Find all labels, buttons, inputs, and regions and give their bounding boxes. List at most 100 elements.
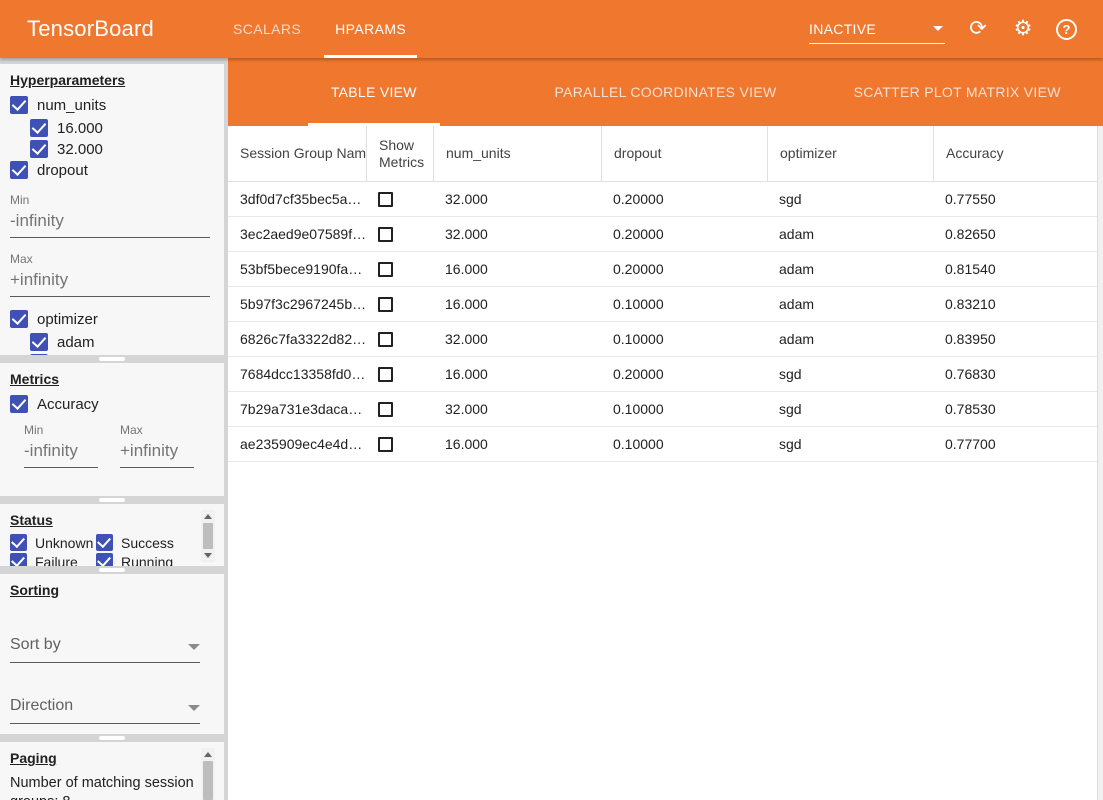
table-row: 5b97f3c2967245b… 16.000 0.10000 adam 0.8…: [228, 287, 1103, 322]
paging-title: Paging: [10, 750, 224, 766]
scroll-down-icon[interactable]: [204, 553, 212, 558]
column-header-session-group-name[interactable]: Session Group Name.: [228, 126, 366, 181]
checkbox-checked-icon[interactable]: [30, 119, 48, 137]
accuracy-value: 0.78530: [933, 401, 1103, 417]
metric-accuracy[interactable]: Accuracy: [10, 395, 224, 413]
tensorboard-logo: TensorBoard: [0, 16, 154, 42]
resize-handle[interactable]: [0, 734, 224, 742]
num-units-value: 32.000: [433, 331, 601, 347]
hparam-num-units-value-16[interactable]: 16.000: [30, 119, 224, 137]
help-icon[interactable]: ?: [1056, 19, 1077, 40]
checkbox-checked-icon[interactable]: [10, 310, 28, 328]
accuracy-min-field: Min: [24, 423, 98, 468]
hparams-main: TABLE VIEW PARALLEL COORDINATES VIEW SCA…: [228, 58, 1103, 800]
accuracy-min-input[interactable]: [24, 439, 98, 468]
hyperparameters-panel: Hyperparameters num_units 16.000 32.000 …: [0, 64, 224, 355]
hparam-dropout[interactable]: dropout: [10, 161, 224, 179]
column-header-show-metrics[interactable]: Show Metrics: [366, 126, 433, 181]
hparam-num-units[interactable]: num_units: [10, 96, 224, 114]
scrollbar-thumb[interactable]: [203, 761, 213, 800]
plugin-tabs: SCALARS HPARAMS: [216, 0, 423, 58]
refresh-icon[interactable]: ⟳: [966, 17, 990, 41]
dropout-min-input[interactable]: [10, 209, 210, 238]
num-units-value: 32.000: [433, 191, 601, 207]
status-scrollbar[interactable]: [201, 510, 215, 562]
hparam-optimizer-value-adam[interactable]: adam: [30, 333, 224, 351]
hparam-optimizer[interactable]: optimizer: [10, 310, 224, 328]
table-row: ae235909ec4e4d… 16.000 0.10000 sgd 0.777…: [228, 427, 1103, 462]
hparams-sidebar: Hyperparameters num_units 16.000 32.000 …: [0, 58, 228, 800]
resize-handle[interactable]: [0, 496, 224, 504]
show-metrics-checkbox[interactable]: [378, 297, 393, 312]
checkbox-checked-icon[interactable]: [10, 96, 28, 114]
status-running[interactable]: Running: [96, 553, 173, 566]
status-panel: Status Unknown Success Failure: [0, 504, 224, 566]
tab-scalars[interactable]: SCALARS: [216, 0, 318, 58]
status-unknown[interactable]: Unknown: [10, 534, 96, 551]
view-tabs: TABLE VIEW PARALLEL COORDINATES VIEW SCA…: [228, 58, 1103, 126]
column-header-accuracy[interactable]: Accuracy: [933, 126, 1103, 181]
accuracy-value: 0.83950: [933, 331, 1103, 347]
accuracy-value: 0.76830: [933, 366, 1103, 382]
direction-dropdown[interactable]: Direction: [10, 697, 200, 724]
column-header-dropout[interactable]: dropout: [601, 126, 767, 181]
scroll-up-icon[interactable]: [204, 514, 212, 519]
session-group-name: 3ec2aed9e07589f…: [228, 226, 366, 242]
table-row: 7684dcc13358fd0… 16.000 0.20000 sgd 0.76…: [228, 357, 1103, 392]
optimizer-value: adam: [767, 296, 933, 312]
checkbox-checked-icon[interactable]: [30, 333, 48, 351]
optimizer-value: adam: [767, 226, 933, 242]
table-row: 6826c7fa3322d82… 32.000 0.10000 adam 0.8…: [228, 322, 1103, 357]
optimizer-value: adam: [767, 261, 933, 277]
tab-hparams[interactable]: HPARAMS: [318, 0, 423, 58]
toolbar-actions: INACTIVE ⟳ ⚙ ?: [809, 0, 1103, 58]
column-header-optimizer[interactable]: optimizer: [767, 126, 933, 181]
checkbox-checked-icon[interactable]: [10, 534, 27, 551]
accuracy-value: 0.83210: [933, 296, 1103, 312]
session-group-name: 6826c7fa3322d82…: [228, 331, 366, 347]
dropout-max-input[interactable]: [10, 268, 210, 297]
tab-scatter-plot-matrix-view[interactable]: SCATTER PLOT MATRIX VIEW: [811, 58, 1103, 126]
show-metrics-checkbox[interactable]: [378, 192, 393, 207]
dropout-value: 0.20000: [601, 191, 767, 207]
checkbox-checked-icon[interactable]: [10, 553, 27, 566]
table-row: 3ec2aed9e07589f… 32.000 0.20000 adam 0.8…: [228, 217, 1103, 252]
status-success[interactable]: Success: [96, 534, 174, 551]
checkbox-checked-icon[interactable]: [30, 140, 48, 158]
chevron-down-icon: [188, 705, 200, 711]
session-group-name: 3df0d7cf35bec5a…: [228, 191, 366, 207]
show-metrics-checkbox[interactable]: [378, 262, 393, 277]
tab-parallel-coordinates-view[interactable]: PARALLEL COORDINATES VIEW: [520, 58, 812, 126]
show-metrics-checkbox[interactable]: [378, 437, 393, 452]
show-metrics-checkbox[interactable]: [378, 227, 393, 242]
num-units-value: 32.000: [433, 401, 601, 417]
accuracy-value: 0.82650: [933, 226, 1103, 242]
checkbox-checked-icon[interactable]: [96, 534, 113, 551]
scroll-up-icon[interactable]: [204, 752, 212, 757]
session-group-name: 53bf5bece9190fa…: [228, 261, 366, 277]
status-failure[interactable]: Failure: [10, 553, 96, 566]
accuracy-value: 0.81540: [933, 261, 1103, 277]
accuracy-max-input[interactable]: [120, 439, 194, 468]
main-scrollbar[interactable]: [1097, 126, 1103, 800]
show-metrics-checkbox[interactable]: [378, 402, 393, 417]
scrollbar-thumb[interactable]: [203, 523, 213, 549]
hparam-num-units-value-32[interactable]: 32.000: [30, 140, 224, 158]
checkbox-checked-icon[interactable]: [96, 553, 113, 566]
paging-scrollbar[interactable]: [201, 748, 215, 800]
status-options: Unknown Success Failure Running: [10, 533, 224, 566]
tab-table-view[interactable]: TABLE VIEW: [228, 58, 520, 126]
show-metrics-checkbox[interactable]: [378, 367, 393, 382]
gear-icon[interactable]: ⚙: [1011, 17, 1035, 41]
column-header-num-units[interactable]: num_units: [433, 126, 601, 181]
resize-handle[interactable]: [0, 566, 224, 574]
resize-handle[interactable]: [0, 355, 224, 363]
checkbox-checked-icon[interactable]: [10, 161, 28, 179]
dropout-value: 0.10000: [601, 296, 767, 312]
paging-summary: Number of matching session groups: 8: [10, 774, 198, 800]
run-status-select[interactable]: INACTIVE: [809, 14, 945, 44]
checkbox-checked-icon[interactable]: [10, 395, 28, 413]
show-metrics-checkbox[interactable]: [378, 332, 393, 347]
sort-by-dropdown[interactable]: Sort by: [10, 636, 200, 663]
table-row: 7b29a731e3daca… 32.000 0.10000 sgd 0.785…: [228, 392, 1103, 427]
